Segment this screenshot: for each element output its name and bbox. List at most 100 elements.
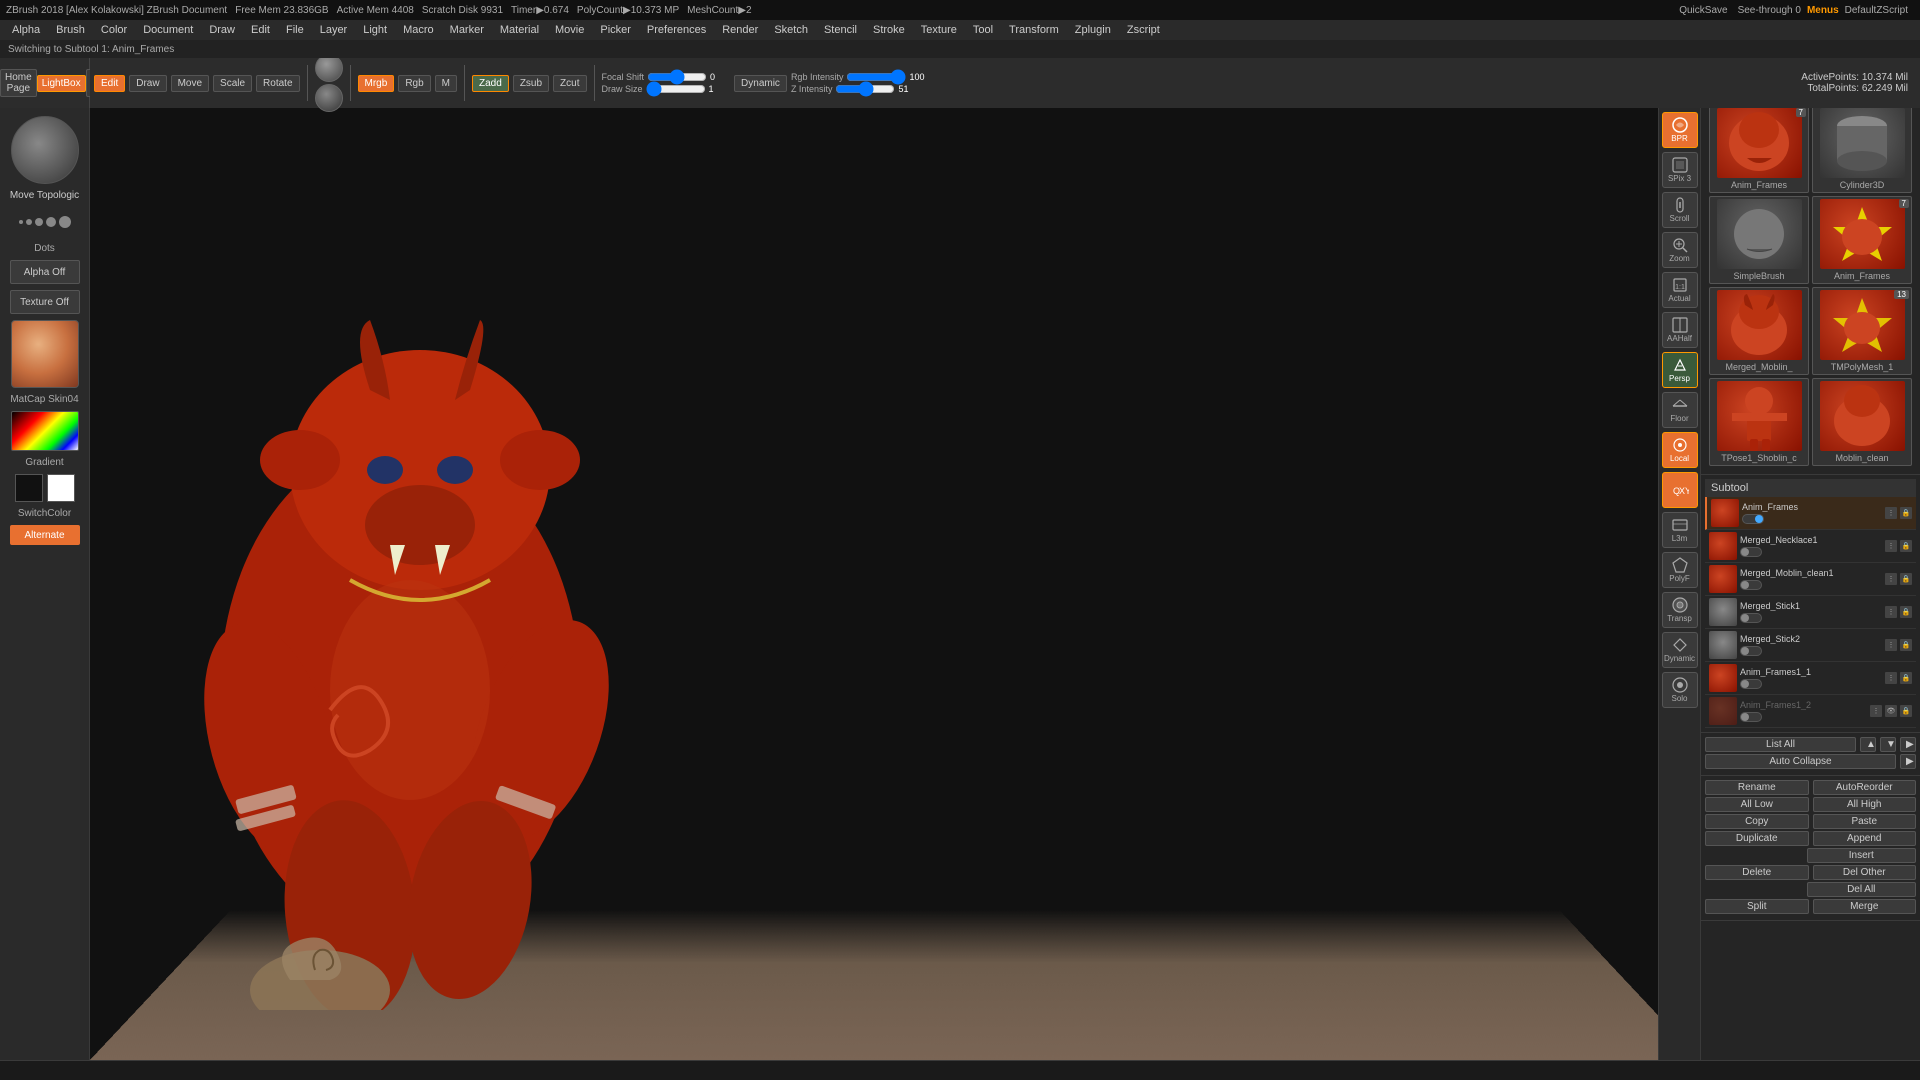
menu-item-light[interactable]: Light [355,22,395,38]
all-high-btn[interactable]: All High [1813,797,1917,812]
spix3-btn[interactable]: SPix 3 [1662,152,1698,188]
del-all-btn[interactable]: Del All [1807,882,1917,897]
menu-item-zplugin[interactable]: Zplugin [1067,22,1119,38]
brush-preview[interactable] [11,116,79,184]
focal-shift-slider[interactable] [647,73,707,81]
split-btn[interactable]: Split [1705,899,1809,914]
subtool-toggle-3[interactable] [1740,580,1762,590]
insert-btn[interactable]: Insert [1807,848,1917,863]
mrgb-btn[interactable]: Mrgb [358,75,395,92]
alpha-off-btn[interactable]: Alpha Off [10,260,80,284]
subtool-options-3[interactable]: ⋮ [1885,573,1897,585]
menu-item-material[interactable]: Material [492,22,547,38]
rgb-btn[interactable]: Rgb [398,75,430,92]
canvas-area[interactable] [90,108,1700,1060]
menu-item-document[interactable]: Document [135,22,201,38]
quicksave-btn[interactable]: QuickSave [1679,5,1727,16]
swatch-white[interactable] [47,474,75,502]
menu-item-stencil[interactable]: Stencil [816,22,865,38]
actual-btn[interactable]: 1:1 Actual [1662,272,1698,308]
subtool-toggle-7[interactable] [1740,712,1762,722]
l3m-btn[interactable]: L3m [1662,512,1698,548]
menu-item-render[interactable]: Render [714,22,766,38]
menu-item-picker[interactable]: Picker [592,22,639,38]
menus-btn[interactable]: Menus [1807,5,1839,16]
subtool-lock-5[interactable]: 🔒 [1900,639,1912,651]
menu-item-movie[interactable]: Movie [547,22,592,38]
subtool-options-7[interactable]: ⋮ [1870,705,1882,717]
lb-merged-moblin[interactable]: Merged_Moblin_ [1709,287,1809,375]
lb-anim-frames-2[interactable]: Anim_Frames 7 [1812,196,1912,284]
copy-btn[interactable]: Copy [1705,814,1809,829]
paste-btn[interactable]: Paste [1813,814,1917,829]
rgb-intensity-slider[interactable] [846,73,906,81]
move-btn[interactable]: Move [171,75,209,92]
del-other-btn[interactable]: Del Other [1813,865,1917,880]
subtool-toggle-5[interactable] [1740,646,1762,656]
subtool-toggle-1[interactable] [1742,514,1764,524]
subtool-lock-7[interactable]: 🔒 [1900,705,1912,717]
texture-off-btn[interactable]: Texture Off [10,290,80,314]
subtool-item-stick2[interactable]: Merged_Stick2 ⋮ 🔒 [1705,629,1916,662]
dynamic-icon-btn[interactable]: Dynamic [1662,632,1698,668]
zcut-btn[interactable]: Zcut [553,75,586,92]
menu-item-preferences[interactable]: Preferences [639,22,714,38]
subtool-item-anim-frames1-2[interactable]: Anim_Frames1_2 ⋮ 👁 🔒 [1705,695,1916,728]
menu-item-color[interactable]: Color [93,22,135,38]
subtool-options-2[interactable]: ⋮ [1885,540,1897,552]
subtool-options-5[interactable]: ⋮ [1885,639,1897,651]
subtool-toggle-6[interactable] [1740,679,1762,689]
menu-item-file[interactable]: File [278,22,312,38]
solo-btn[interactable]: Solo [1662,672,1698,708]
duplicate-btn[interactable]: Duplicate [1705,831,1809,846]
default-zscript[interactable]: DefaultZScript [1845,5,1908,16]
delete-btn[interactable]: Delete [1705,865,1809,880]
subtool-item-anim-frames[interactable]: Anim_Frames ⋮ 🔒 [1705,497,1916,530]
menu-item-alpha[interactable]: Alpha [4,22,48,38]
z-intensity-slider[interactable] [835,85,895,93]
home-page-btn[interactable]: Home Page [0,69,37,97]
lb-cylinder3d[interactable]: Cylinder3D [1812,105,1912,193]
merge-btn[interactable]: Merge [1813,899,1917,914]
local-btn[interactable]: Local [1662,432,1698,468]
menu-item-stroke[interactable]: Stroke [865,22,913,38]
menu-item-zscript[interactable]: Zscript [1119,22,1168,38]
alternate-btn[interactable]: Alternate [10,525,80,545]
lb-simplebrush[interactable]: SimpleBrush [1709,196,1809,284]
list-all-arrow-right[interactable]: ▶ [1900,737,1916,752]
lb-moblin-clean[interactable]: Moblin_clean [1812,378,1912,466]
subtool-item-moblin-clean[interactable]: Merged_Moblin_clean1 ⋮ 🔒 [1705,563,1916,596]
swatch-black[interactable] [15,474,43,502]
append-btn[interactable]: Append [1813,831,1917,846]
menu-item-tool[interactable]: Tool [965,22,1001,38]
lb-tmpolymesh[interactable]: TMPolyMesh_1 13 [1812,287,1912,375]
subtool-lock-3[interactable]: 🔒 [1900,573,1912,585]
m-btn[interactable]: M [435,75,457,92]
qxyz-btn[interactable]: Q XYZ [1662,472,1698,508]
subtool-lock-2[interactable]: 🔒 [1900,540,1912,552]
aahal-btn[interactable]: AAHalf [1662,312,1698,348]
subtool-lock-6[interactable]: 🔒 [1900,672,1912,684]
rename-btn[interactable]: Rename [1705,780,1809,795]
draw-btn[interactable]: Draw [129,75,166,92]
menu-item-texture[interactable]: Texture [913,22,965,38]
menu-item-layer[interactable]: Layer [312,22,356,38]
menu-item-macro[interactable]: Macro [395,22,442,38]
menu-item-draw[interactable]: Draw [201,22,243,38]
subtool-item-necklace[interactable]: Merged_Necklace1 ⋮ 🔒 [1705,530,1916,563]
transp-btn[interactable]: Transp [1662,592,1698,628]
subtool-lock-1[interactable]: 🔒 [1900,507,1912,519]
material-preview[interactable] [11,320,79,388]
menu-item-transform[interactable]: Transform [1001,22,1067,38]
all-low-btn[interactable]: All Low [1705,797,1809,812]
list-all-arrow-up[interactable]: ▲ [1860,737,1876,752]
edit-btn[interactable]: Edit [94,75,125,92]
auto-collapse-btn[interactable]: Auto Collapse [1705,754,1896,769]
draw-size-slider[interactable] [646,85,706,93]
persp-btn[interactable]: Persp [1662,352,1698,388]
subtool-toggle-4[interactable] [1740,613,1762,623]
floor-btn[interactable]: Floor [1662,392,1698,428]
color-gradient[interactable] [11,411,79,451]
scale-btn[interactable]: Scale [213,75,252,92]
sphere-icon-2[interactable] [315,84,343,112]
